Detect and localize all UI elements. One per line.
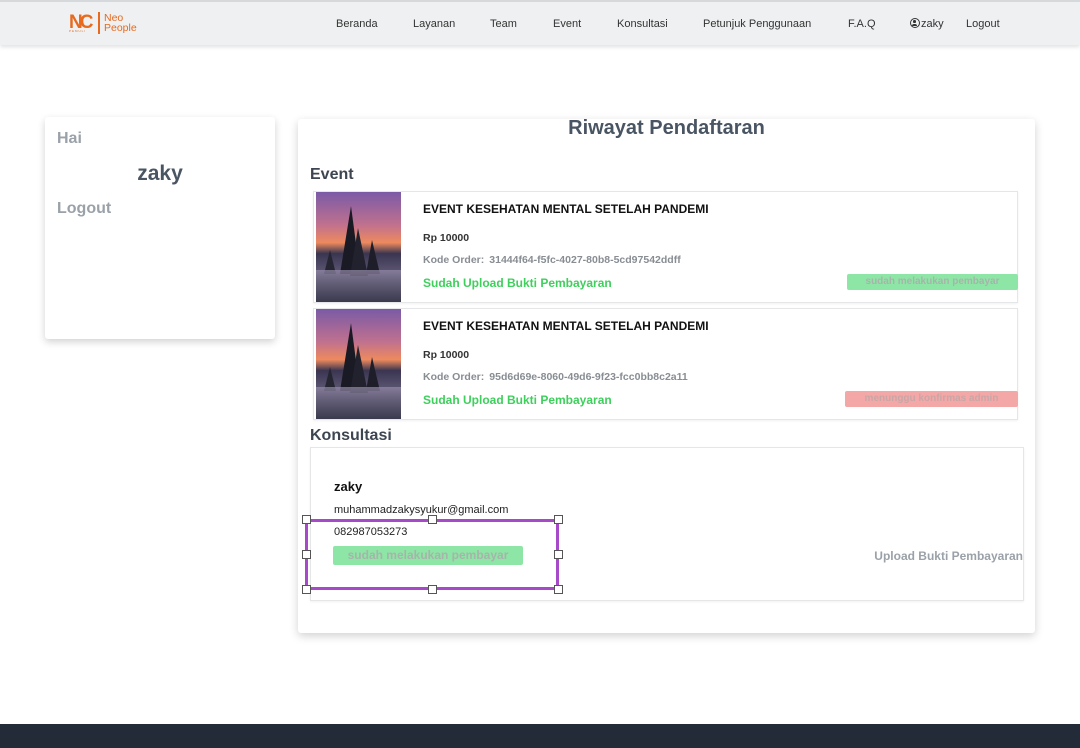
resize-handle-top-right[interactable] bbox=[554, 515, 563, 524]
nav-link-layanan[interactable]: Layanan bbox=[413, 18, 455, 30]
event-order-code: Kode Order: 31444f64-f5fc-4027-80b8-5cd97… bbox=[423, 254, 681, 266]
logo-divider bbox=[98, 12, 100, 34]
brand-logo[interactable]: NC PEMULI Neo People bbox=[69, 12, 137, 34]
event-registration-item: EVENT KESEHATAN MENTAL SETELAH PANDEMI R… bbox=[313, 191, 1018, 303]
order-code-value: 31444f64-f5fc-4027-80b8-5cd97542ddff bbox=[489, 254, 681, 266]
resize-handle-bottom-right[interactable] bbox=[554, 585, 563, 594]
user-circle-icon bbox=[910, 18, 920, 28]
sidebar-logout-link[interactable]: Logout bbox=[57, 200, 111, 218]
payment-status-badge: menunggu konfirmas admin bbox=[845, 391, 1018, 407]
order-code-label: Kode Order: bbox=[423, 254, 485, 266]
sidebar-greeting: Hai bbox=[57, 130, 82, 147]
nav-link-team[interactable]: Team bbox=[490, 18, 517, 30]
nav-link-konsultasi[interactable]: Konsultasi bbox=[617, 18, 668, 30]
nav-logout-link[interactable]: Logout bbox=[966, 18, 1000, 30]
nav-link-beranda[interactable]: Beranda bbox=[336, 18, 378, 30]
konsultasi-email: muhammadzakysyukur@gmail.com bbox=[334, 504, 509, 516]
resize-handle-bottom[interactable] bbox=[428, 585, 437, 594]
event-thumbnail-image bbox=[316, 192, 401, 302]
event-upload-status: Sudah Upload Bukti Pembayaran bbox=[423, 393, 612, 407]
nav-link-event[interactable]: Event bbox=[553, 18, 581, 30]
event-title: EVENT KESEHATAN MENTAL SETELAH PANDEMI bbox=[423, 319, 709, 333]
resize-handle-top[interactable] bbox=[428, 515, 437, 524]
page-footer bbox=[0, 724, 1080, 748]
event-order-code: Kode Order: 95d6d69e-8060-49d6-9f23-fcc0b… bbox=[423, 371, 688, 383]
resize-handle-top-left[interactable] bbox=[302, 515, 311, 524]
top-navbar: NC PEMULI Neo People Beranda Layanan Tea… bbox=[0, 0, 1080, 45]
nav-link-petunjuk[interactable]: Petunjuk Penggunaan bbox=[703, 18, 811, 30]
nav-user-name: zaky bbox=[921, 18, 944, 30]
profile-sidebar: Hai zaky Logout bbox=[45, 117, 275, 339]
page-title: Riwayat Pendaftaran bbox=[568, 117, 765, 139]
logo-mark-icon: NC PEMULI bbox=[69, 12, 94, 34]
event-price: Rp 10000 bbox=[423, 349, 470, 361]
payment-status-badge: sudah melakukan pembayar bbox=[847, 274, 1018, 290]
logo-text-line2: People bbox=[104, 22, 137, 34]
upload-payment-proof-link[interactable]: Upload Bukti Pembayaran bbox=[874, 549, 1023, 563]
event-section-heading: Event bbox=[310, 166, 354, 183]
logo-text: Neo People bbox=[104, 12, 137, 34]
selection-box[interactable] bbox=[305, 519, 559, 590]
resize-handle-left[interactable] bbox=[302, 550, 311, 559]
order-code-value: 95d6d69e-8060-49d6-9f23-fcc0bb8c2a11 bbox=[489, 371, 688, 383]
order-code-label: Kode Order: bbox=[423, 371, 485, 383]
event-price: Rp 10000 bbox=[423, 232, 470, 244]
konsultasi-section-heading: Konsultasi bbox=[310, 427, 392, 444]
nav-link-faq[interactable]: F.A.Q bbox=[848, 18, 876, 30]
nav-user-menu[interactable]: zaky bbox=[910, 18, 944, 30]
konsultasi-name: zaky bbox=[334, 479, 363, 494]
resize-handle-bottom-left[interactable] bbox=[302, 585, 311, 594]
sidebar-username: zaky bbox=[137, 162, 183, 185]
logo-mark-subtext: PEMULI bbox=[69, 29, 87, 33]
event-upload-status: Sudah Upload Bukti Pembayaran bbox=[423, 276, 612, 290]
event-title: EVENT KESEHATAN MENTAL SETELAH PANDEMI bbox=[423, 202, 709, 216]
event-thumbnail-image bbox=[316, 309, 401, 419]
resize-handle-right[interactable] bbox=[554, 550, 563, 559]
event-registration-item: EVENT KESEHATAN MENTAL SETELAH PANDEMI R… bbox=[313, 308, 1018, 420]
